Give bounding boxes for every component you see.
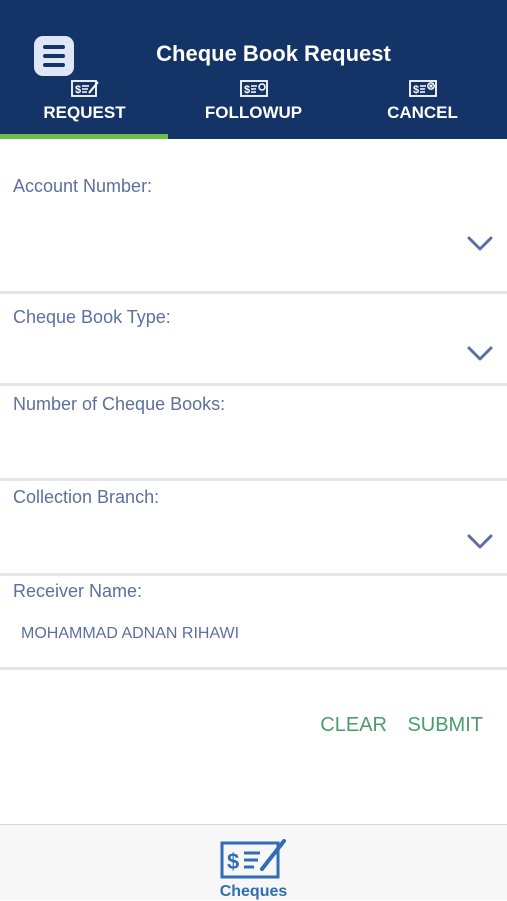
tab-cancel[interactable]: $ CANCEL [338, 78, 507, 139]
chevron-down-icon[interactable] [467, 534, 493, 550]
chevron-down-icon[interactable] [467, 236, 493, 252]
svg-text:$: $ [244, 84, 250, 96]
bottom-nav-cheques-label: Cheques [219, 883, 288, 900]
tab-cancel-label: CANCEL [387, 103, 458, 122]
hamburger-menu-icon [43, 45, 65, 49]
receiver-name-value[interactable]: MOHAMMAD ADNAN RIHAWI [21, 624, 239, 644]
page-title: Cheque Book Request [156, 41, 391, 66]
cheque-cancel-icon: $ [408, 80, 437, 97]
app-header: Cheque Book Request $ REQUEST $ FOLLOWUP… [0, 0, 507, 139]
svg-text:$: $ [227, 849, 239, 874]
menu-icon-line [43, 63, 65, 67]
collection-branch-label: Collection Branch: [13, 487, 160, 507]
svg-text:$: $ [75, 84, 81, 96]
tab-request-label: REQUEST [43, 103, 126, 122]
submit-button[interactable]: SUBMIT [407, 712, 483, 738]
form-actions: CLEAR SUBMIT [304, 712, 483, 738]
menu-icon-line [43, 54, 65, 58]
account-number-label: Account Number: [13, 176, 153, 196]
active-tab-indicator [0, 134, 168, 139]
bottom-nav-cheques[interactable]: $ Cheques [0, 825, 507, 901]
menu-button[interactable] [34, 36, 74, 76]
clear-button[interactable]: CLEAR [320, 712, 387, 738]
cheque-book-type-label: Cheque Book Type: [13, 307, 171, 327]
bottom-nav: $ Cheques [0, 824, 507, 900]
account-number-field[interactable]: Account Number: [0, 163, 507, 294]
cheque-request-icon: $ [70, 80, 99, 97]
cheque-book-type-field[interactable]: Cheque Book Type: [0, 294, 507, 386]
cheque-followup-icon: $ [239, 80, 268, 97]
tab-bar: $ REQUEST $ FOLLOWUP $ CANCEL [0, 78, 507, 139]
tab-followup[interactable]: $ FOLLOWUP [169, 78, 338, 139]
cheque-icon: $ [220, 839, 286, 879]
collection-branch-field[interactable]: Collection Branch: [0, 481, 507, 576]
chevron-down-icon[interactable] [467, 346, 493, 362]
tab-followup-label: FOLLOWUP [204, 103, 303, 122]
receiver-name-label: Receiver Name: [13, 581, 143, 601]
number-of-cheque-books-field[interactable]: Number of Cheque Books: [0, 386, 507, 481]
svg-text:$: $ [413, 84, 419, 96]
receiver-name-field[interactable]: Receiver Name: MOHAMMAD ADNAN RIHAWI [0, 576, 507, 670]
number-of-cheque-books-label: Number of Cheque Books: [13, 394, 226, 414]
tab-request[interactable]: $ REQUEST [0, 78, 169, 139]
